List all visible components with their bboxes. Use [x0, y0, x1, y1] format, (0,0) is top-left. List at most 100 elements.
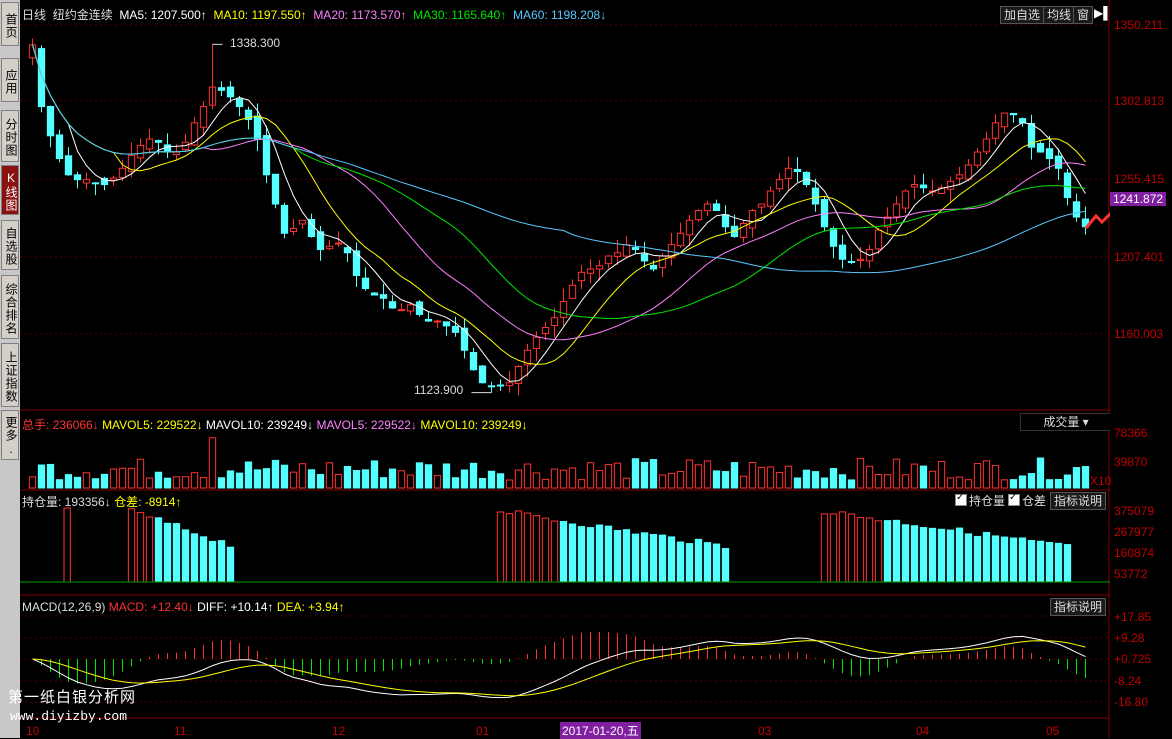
oi-bar: [676, 541, 685, 583]
window-button[interactable]: 窗: [1073, 6, 1094, 24]
ma-button[interactable]: 均线: [1043, 6, 1076, 24]
volume-bar: [550, 468, 559, 489]
add-watchlist-button[interactable]: 加自选: [1000, 6, 1045, 24]
left-sidebar: 首页 应用 分时图 K线图 自选股 综合排名 上证指数 更多.: [0, 0, 20, 738]
ma20-line: [32, 44, 1086, 341]
candle-body: [397, 309, 406, 312]
volume-bar: [811, 471, 820, 489]
oi-bar: [685, 543, 694, 583]
volume-bar: [442, 463, 451, 489]
volume-bar: [352, 470, 361, 489]
high-annotation: 1338.300: [230, 36, 281, 50]
volume-bar: [856, 457, 865, 489]
candle-body: [694, 210, 703, 221]
volume-header: 总手: 236066↓ MAVOL5: 229522↓ MAVOL10: 239…: [22, 418, 528, 432]
volume-bar: [1018, 475, 1027, 489]
oi-bar: [136, 512, 145, 583]
volume-bar: [910, 463, 919, 489]
candle-body: [424, 318, 433, 322]
candle-body: [46, 106, 55, 137]
candle-body: [109, 177, 118, 181]
candle-body: [433, 320, 442, 323]
time-tick: 05: [1046, 724, 1060, 738]
candle-body: [559, 301, 568, 318]
sidebar-item-kline[interactable]: K线图: [1, 165, 19, 215]
oi-diff-checkbox[interactable]: 仓差: [1008, 492, 1046, 509]
sidebar-item-home[interactable]: 首页: [1, 2, 19, 46]
oi-bar: [964, 533, 973, 583]
volume-bar: [874, 474, 883, 489]
candle-body: [982, 138, 991, 153]
candle-body: [460, 327, 469, 351]
volume-bar: [253, 469, 262, 489]
volume-bar: [937, 460, 946, 489]
volume-bar: [928, 470, 937, 489]
candle-body: [892, 203, 901, 218]
candle-body: [451, 325, 460, 333]
trend-arrow-icon: [1084, 211, 1110, 229]
volume-bar: [541, 478, 550, 489]
candle-body: [478, 365, 487, 384]
kline-chart[interactable]: [20, 0, 1110, 738]
candle-body: [262, 135, 271, 176]
volume-bar: [208, 437, 217, 489]
candle-body: [640, 253, 649, 262]
oi-bar: [208, 540, 217, 583]
oi-bar: [154, 517, 163, 583]
price-tick: 1350.211: [1114, 18, 1164, 32]
volume-bar: [307, 469, 316, 489]
oi-checkbox[interactable]: 持仓量: [955, 492, 1005, 509]
volume-bar: [64, 474, 73, 489]
oi-bar: [622, 529, 631, 583]
oi-bar: [712, 543, 721, 583]
macd-indicator-help-button[interactable]: 指标说明: [1050, 598, 1107, 616]
volume-bar: [532, 472, 541, 489]
oi-bar: [658, 534, 667, 583]
oi-bar: [595, 524, 604, 583]
macd-tick: +9.28: [1114, 631, 1145, 645]
chart-area[interactable]: 日线 纽约金连续 MA5: 1207.500↑ MA10: 1197.550↑ …: [8, 0, 1112, 739]
sidebar-item-ranking[interactable]: 综合排名: [1, 275, 19, 339]
candle-body: [1009, 112, 1018, 116]
macd-tick: +0.725: [1114, 652, 1152, 666]
volume-bar: [190, 472, 199, 489]
current-price-tag: 1241.872: [1110, 192, 1167, 206]
sidebar-item-sh-index[interactable]: 上证指数: [1, 343, 19, 407]
oi-bar: [586, 527, 595, 583]
oi-bar: [523, 512, 532, 583]
low-annotation: 1123.900: [414, 383, 464, 397]
main-header: 日线 纽约金连续 MA5: 1207.500↑ MA10: 1197.550↑ …: [22, 6, 606, 23]
oi-bar: [973, 535, 982, 583]
volume-bar: [523, 463, 532, 489]
volume-bar: [109, 468, 118, 489]
volume-bar: [802, 469, 811, 489]
candle-body: [406, 304, 415, 312]
price-tick: 1302.813: [1114, 94, 1165, 108]
indicator-dropdown[interactable]: 成交量 ▾: [1020, 413, 1112, 431]
sidebar-item-watchlist[interactable]: 自选股: [1, 220, 19, 270]
ma20-label: MA20: 1173.570↑: [313, 8, 407, 22]
volume-bar: [505, 479, 514, 489]
candle-body: [712, 203, 721, 212]
date-cursor-label: 2017-01-20,五: [560, 722, 641, 739]
oi-bar: [883, 520, 892, 583]
volume-bar: [73, 476, 82, 489]
volume-bar: [865, 465, 874, 489]
candle-body: [1036, 143, 1045, 153]
sidebar-item-more[interactable]: 更多.: [1, 410, 19, 460]
candle-body: [604, 255, 613, 265]
oi-bar: [982, 531, 991, 583]
candle-body: [442, 321, 451, 327]
oi-bar: [199, 536, 208, 583]
macd-tick: -16.80: [1114, 695, 1149, 709]
candle-body: [955, 174, 964, 179]
sidebar-item-apps[interactable]: 应用: [1, 58, 19, 102]
candle-body: [82, 179, 91, 184]
sidebar-item-timeshare[interactable]: 分时图: [1, 110, 19, 162]
oi-bar: [631, 533, 640, 583]
volume-bar: [424, 464, 433, 489]
candle-body: [235, 98, 244, 108]
candle-body: [919, 184, 928, 189]
oi-indicator-help-button[interactable]: 指标说明: [1050, 492, 1107, 510]
time-tick: 04: [916, 724, 930, 738]
